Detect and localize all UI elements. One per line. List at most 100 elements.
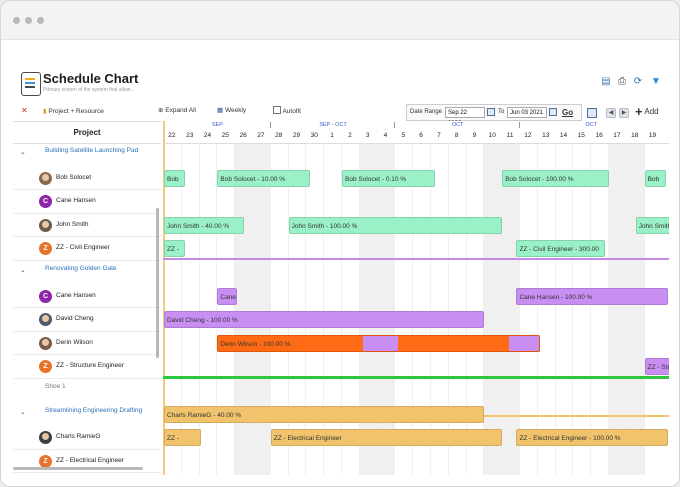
weekend-column bbox=[234, 143, 252, 475]
day-label: 1 bbox=[330, 132, 334, 139]
calendar-view-icon[interactable] bbox=[587, 108, 597, 118]
gantt-bar[interactable]: ZZ - bbox=[164, 429, 202, 447]
expand-caret-icon[interactable]: ⌄ bbox=[20, 266, 26, 274]
calendar-icon: ▦ bbox=[217, 107, 224, 114]
resource-row[interactable]: Charls RamieG bbox=[13, 426, 161, 450]
project-resource-toggle[interactable]: ▮ Project + Resource bbox=[43, 107, 104, 115]
gantt-bar[interactable]: John Smith - 100.00 % bbox=[288, 216, 503, 234]
gantt-bar[interactable]: Bob bbox=[164, 169, 186, 187]
expand-all-button[interactable]: ⊕ Expand All bbox=[158, 106, 196, 114]
gantt-bar[interactable]: John Smith - 40.00 % bbox=[164, 216, 245, 234]
day-label: 8 bbox=[454, 132, 459, 139]
resource-name: ZZ - Civil Engineer bbox=[56, 244, 110, 252]
resource-name: Cane Hansen bbox=[56, 197, 96, 205]
project-row[interactable]: ⌄ Building Satellite Launching Pad bbox=[13, 143, 161, 167]
gantt-bar[interactable]: ZZ - Civil Engineer - 300.00 bbox=[516, 240, 606, 258]
day-label: 14 bbox=[559, 132, 568, 139]
gantt-bar[interactable]: Bob Solocet - 10.00 % bbox=[217, 169, 310, 187]
project-row[interactable]: ⌄ Streamlining Engineering Drafting bbox=[13, 403, 161, 427]
resource-row[interactable]: David Cheng bbox=[13, 308, 161, 332]
checkbox-box[interactable] bbox=[273, 106, 281, 114]
gantt-bar[interactable]: ZZ - Stru bbox=[644, 358, 669, 376]
start-calendar-icon[interactable] bbox=[487, 108, 495, 116]
day-label: 27 bbox=[257, 132, 265, 139]
project-summary-line bbox=[163, 258, 669, 260]
gantt-bar[interactable]: ZZ - Electrical Engineer - 100.00 % bbox=[516, 429, 668, 447]
weekly-button[interactable]: ▦ Weekly bbox=[217, 106, 246, 114]
day-label: 3 bbox=[365, 132, 370, 139]
autofit-label: Autofit bbox=[282, 108, 301, 115]
weekend-column bbox=[608, 143, 626, 475]
refresh-icon[interactable]: ⟳ bbox=[633, 76, 643, 87]
window-dot[interactable] bbox=[37, 17, 44, 24]
gantt-bar[interactable]: ZZ - bbox=[164, 240, 186, 258]
project-column-header: Project bbox=[13, 121, 161, 144]
window-dot[interactable] bbox=[13, 17, 20, 24]
vertical-scrollbar[interactable] bbox=[156, 208, 159, 358]
weekend-column bbox=[252, 143, 270, 475]
project-resource-label: Project + Resource bbox=[48, 108, 104, 115]
print-icon[interactable]: ⎙ bbox=[617, 76, 627, 87]
avatar bbox=[39, 171, 52, 185]
project-name[interactable]: Building Satellite Launching Pad bbox=[45, 147, 138, 154]
gantt-bar[interactable]: Bob Solocet - 100.00 % bbox=[502, 169, 609, 187]
bar-segment bbox=[508, 335, 539, 351]
expand-caret-icon[interactable]: ⌄ bbox=[20, 148, 26, 156]
resource-row[interactable]: Bob Solocet bbox=[13, 167, 161, 191]
gantt-bar[interactable]: John Smith bbox=[635, 216, 669, 234]
expand-caret-icon[interactable]: ⌄ bbox=[20, 408, 26, 416]
end-date-input[interactable]: Jun 03 2021 bbox=[507, 107, 547, 118]
resource-row[interactable]: Z ZZ - Structure Engineer bbox=[13, 355, 161, 379]
gantt-bar[interactable]: Cane bbox=[217, 287, 237, 305]
gantt-bar[interactable]: Bob Solocet - 0.10 % bbox=[342, 169, 435, 187]
gantt-bar[interactable]: Bob bbox=[644, 169, 666, 187]
add-button[interactable]: + Add bbox=[635, 104, 659, 119]
window-dot[interactable] bbox=[25, 17, 32, 24]
app-window: Schedule Chart Primary screen of the sys… bbox=[0, 0, 680, 487]
day-label: 9 bbox=[472, 132, 477, 139]
autofit-checkbox[interactable]: Autofit bbox=[273, 106, 301, 115]
gantt-bar[interactable]: Cane Hansen - 100.00 % bbox=[516, 287, 668, 305]
day-label: 15 bbox=[577, 132, 585, 139]
resource-row[interactable]: John Smith bbox=[13, 214, 161, 238]
day-label: 30 bbox=[310, 132, 318, 139]
project-name[interactable]: Streamlining Engineering Drafting bbox=[45, 407, 142, 414]
resource-row[interactable]: Derin Wilson bbox=[13, 332, 161, 356]
gantt-bar[interactable]: David Cheng - 100.00 % bbox=[164, 311, 485, 329]
extra-label: Shoe 1 bbox=[45, 383, 66, 390]
bar-chart-icon: ▮ bbox=[43, 108, 47, 115]
resource-name: David Cheng bbox=[56, 315, 94, 323]
resource-row[interactable]: C Cane Hansen bbox=[13, 285, 161, 309]
resource-name: Charls RamieG bbox=[56, 433, 101, 441]
avatar bbox=[39, 336, 52, 350]
project-summary-line bbox=[163, 376, 669, 379]
avatar: Z bbox=[39, 360, 52, 374]
next-button[interactable]: ▶ bbox=[619, 108, 629, 118]
gantt-bar[interactable]: Derin Wilson - 100.00 % bbox=[217, 334, 540, 352]
go-button[interactable]: Go bbox=[562, 108, 573, 117]
schedule-app: Schedule Chart Primary screen of the sys… bbox=[13, 63, 669, 475]
weekend-column bbox=[625, 143, 644, 475]
expand-icon: ⊕ bbox=[158, 107, 164, 114]
avatar: Z bbox=[39, 454, 52, 468]
day-label: 28 bbox=[275, 132, 283, 139]
filter-icon[interactable]: ▼ bbox=[651, 76, 661, 87]
gantt-bar[interactable]: Charls RamieG - 40.00 % bbox=[164, 405, 485, 423]
prev-button[interactable]: ◀ bbox=[606, 108, 616, 118]
tools-icon[interactable]: ✕ bbox=[21, 106, 28, 115]
export-icon[interactable]: ▤ bbox=[601, 76, 611, 87]
gantt-bar[interactable]: ZZ - Electrical Engineer bbox=[270, 429, 503, 447]
day-label: 17 bbox=[613, 132, 621, 139]
expand-all-label: Expand All bbox=[165, 107, 196, 114]
start-date-input[interactable]: Sep 22 2020 bbox=[445, 107, 485, 127]
day-label: 25 bbox=[221, 132, 229, 139]
horizontal-scrollbar[interactable] bbox=[13, 467, 143, 470]
resource-row[interactable]: C Cane Hansen bbox=[13, 190, 161, 214]
project-row[interactable]: ⌄ Renovating Golden Gate bbox=[13, 261, 161, 285]
resource-row[interactable]: Z ZZ - Civil Engineer bbox=[13, 237, 161, 261]
schedule-chart-icon bbox=[21, 72, 41, 96]
project-name[interactable]: Renovating Golden Gate bbox=[45, 265, 117, 272]
weekend-column bbox=[358, 143, 377, 475]
end-calendar-icon[interactable] bbox=[549, 108, 557, 116]
weekend-column bbox=[483, 143, 502, 475]
